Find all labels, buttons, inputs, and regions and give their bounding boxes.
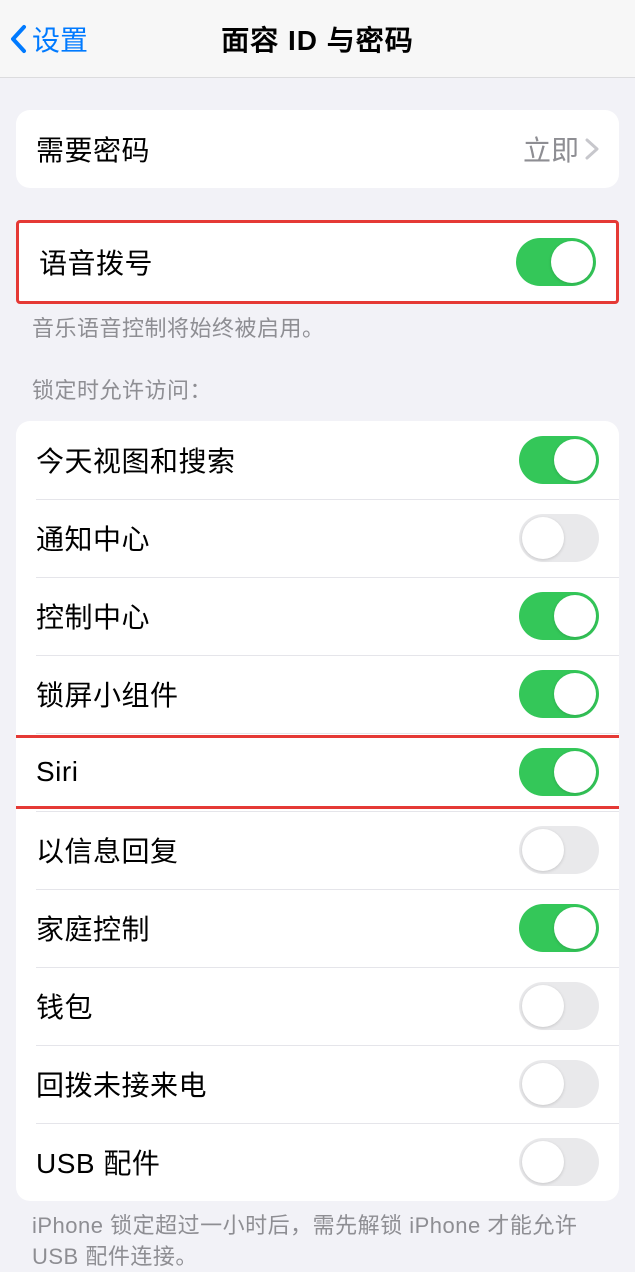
- control-center-toggle[interactable]: [519, 592, 599, 640]
- siri-label: Siri: [36, 756, 78, 788]
- return-missed-calls-label: 回拨未接来电: [36, 1064, 207, 1104]
- home-control-label: 家庭控制: [36, 908, 150, 948]
- reply-with-message-row[interactable]: 以信息回复: [16, 811, 619, 889]
- notification-center-label: 通知中心: [36, 518, 150, 558]
- notification-center-row[interactable]: 通知中心: [16, 499, 619, 577]
- voice-dial-toggle[interactable]: [516, 238, 596, 286]
- page-title: 面容 ID 与密码: [221, 19, 414, 59]
- control-center-label: 控制中心: [36, 596, 150, 636]
- lock-screen-widgets-label: 锁屏小组件: [36, 674, 179, 714]
- back-label: 设置: [32, 19, 88, 59]
- return-missed-calls-toggle[interactable]: [519, 1060, 599, 1108]
- reply-with-message-toggle[interactable]: [519, 826, 599, 874]
- require-passcode-row[interactable]: 需要密码 立即: [16, 110, 619, 188]
- home-control-toggle[interactable]: [519, 904, 599, 952]
- lock-screen-widgets-row[interactable]: 锁屏小组件: [16, 655, 619, 733]
- siri-row[interactable]: Siri: [16, 733, 619, 811]
- siri-toggle[interactable]: [519, 748, 599, 796]
- notification-center-toggle[interactable]: [519, 514, 599, 562]
- chevron-left-icon: [8, 24, 30, 54]
- voice-dial-footer: 音乐语音控制将始终被启用。: [0, 304, 635, 345]
- chevron-right-icon: [585, 138, 599, 160]
- voice-dial-group: 语音拨号: [16, 220, 619, 304]
- require-passcode-label: 需要密码: [36, 129, 150, 169]
- usb-accessories-toggle[interactable]: [519, 1138, 599, 1186]
- today-view-search-label: 今天视图和搜索: [36, 440, 236, 480]
- voice-dial-row[interactable]: 语音拨号: [19, 223, 616, 301]
- require-passcode-value: 立即: [523, 129, 579, 169]
- locked-access-group: 今天视图和搜索通知中心控制中心锁屏小组件 Siri 以信息回复家庭控制钱包回拨未接来…: [16, 421, 619, 1201]
- return-missed-calls-row[interactable]: 回拨未接来电: [16, 1045, 619, 1123]
- lock-screen-widgets-toggle[interactable]: [519, 670, 599, 718]
- require-passcode-group: 需要密码 立即: [16, 110, 619, 188]
- today-view-search-toggle[interactable]: [519, 436, 599, 484]
- back-button[interactable]: 设置: [8, 19, 88, 59]
- wallet-toggle[interactable]: [519, 982, 599, 1030]
- locked-access-header: 锁定时允许访问：: [0, 373, 635, 415]
- usb-accessories-row[interactable]: USB 配件: [16, 1123, 619, 1201]
- control-center-row[interactable]: 控制中心: [16, 577, 619, 655]
- today-view-search-row[interactable]: 今天视图和搜索: [16, 421, 619, 499]
- usb-accessories-label: USB 配件: [36, 1142, 160, 1182]
- wallet-label: 钱包: [36, 986, 93, 1026]
- voice-dial-label: 语音拨号: [39, 242, 153, 282]
- wallet-row[interactable]: 钱包: [16, 967, 619, 1045]
- reply-with-message-label: 以信息回复: [36, 830, 179, 870]
- home-control-row[interactable]: 家庭控制: [16, 889, 619, 967]
- nav-bar: 设置 面容 ID 与密码: [0, 0, 635, 78]
- locked-access-footer: iPhone 锁定超过一小时后，需先解锁 iPhone 才能允许 USB 配件连…: [0, 1201, 635, 1272]
